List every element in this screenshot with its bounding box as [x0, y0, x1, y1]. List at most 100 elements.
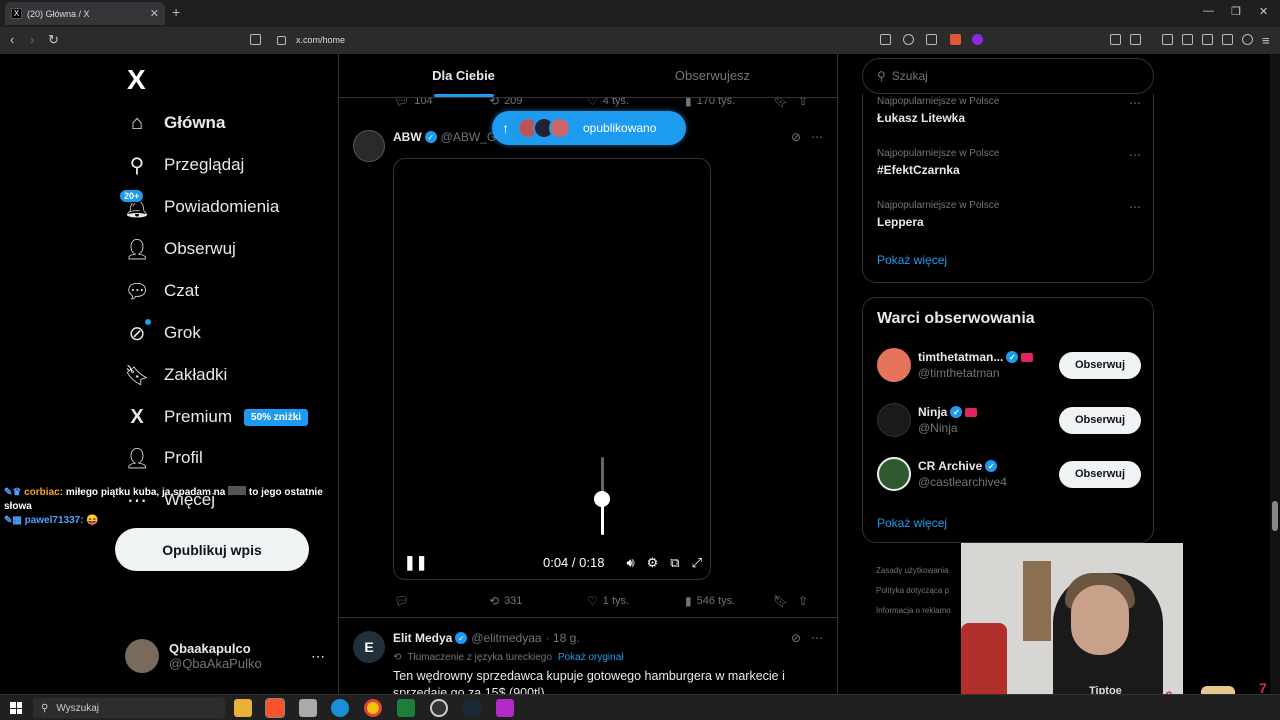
- leo-ai-icon[interactable]: [1222, 34, 1233, 45]
- account-more-icon[interactable]: ⋯: [311, 648, 325, 665]
- reply-button[interactable]: 💬︎: [394, 594, 489, 608]
- footer-link[interactable]: Zasady użytkowania: [876, 561, 951, 581]
- repost-button[interactable]: ⟲ 331: [489, 594, 587, 608]
- pip-icon[interactable]: ⧉: [670, 555, 679, 571]
- volume-handle[interactable]: [594, 491, 610, 507]
- follow-button[interactable]: Obserwuj: [1059, 406, 1141, 434]
- publish-post-button[interactable]: Opublikuj wpis: [115, 528, 309, 571]
- wallet-icon[interactable]: [1202, 34, 1213, 45]
- post-abw[interactable]: ABW ✓ @ABW_GO ⊘ ⋯ ❚❚ 0:04 / 0:18 🔊︎ ⚙ ⧉ …: [339, 118, 837, 618]
- extensions-icon[interactable]: [1110, 34, 1121, 45]
- views-button[interactable]: ▮ 546 tys.: [685, 594, 773, 608]
- cast-icon[interactable]: [880, 34, 891, 45]
- x-logo-icon[interactable]: X: [127, 64, 146, 96]
- grok-explain-icon[interactable]: ⊘: [791, 130, 801, 144]
- edge-icon[interactable]: [331, 699, 349, 717]
- zoom-icon[interactable]: [903, 34, 914, 45]
- trends-show-more-link[interactable]: Pokaż więcej: [877, 253, 947, 267]
- who-to-follow-show-more-link[interactable]: Pokaż więcej: [877, 516, 947, 530]
- volume-icon[interactable]: 🔊︎: [626, 555, 634, 571]
- sidebar-item-notifications[interactable]: 🔔︎ 20+ Powiadomienia: [119, 189, 279, 223]
- post-more-icon[interactable]: ⋯: [811, 631, 823, 645]
- suggested-account[interactable]: CR Archive ✓ @castlearchive4 Obserwuj: [877, 456, 1141, 492]
- new-tab-button[interactable]: +: [172, 4, 180, 20]
- pause-icon[interactable]: ❚❚: [404, 554, 427, 571]
- avatar[interactable]: [353, 130, 385, 162]
- chrome-icon[interactable]: [364, 699, 382, 717]
- video-player[interactable]: ❚❚ 0:04 / 0:18 🔊︎ ⚙ ⧉ ⤢: [393, 158, 711, 580]
- steam-icon[interactable]: [463, 699, 481, 717]
- forward-icon[interactable]: ›: [30, 32, 34, 47]
- url-field[interactable]: x.com/home: [296, 35, 345, 45]
- vpn-icon[interactable]: [1242, 34, 1253, 45]
- grok-explain-icon[interactable]: ⊘: [791, 631, 801, 645]
- sidebar-item-grok[interactable]: ⊘ Grok: [125, 317, 201, 349]
- app-icon[interactable]: [299, 699, 317, 717]
- obs-icon[interactable]: [430, 699, 448, 717]
- app-icon[interactable]: [496, 699, 514, 717]
- trend-item[interactable]: Najpopularniejsze w Polsce #EfektCzarnka…: [877, 148, 1141, 177]
- extension2-icon[interactable]: [1130, 34, 1141, 45]
- sidebar-item-bookmarks[interactable]: 🔖︎ Zakładki: [124, 359, 227, 391]
- tab-following[interactable]: Obserwujesz: [588, 54, 837, 97]
- sidebar-item-home[interactable]: ⌂ Główna: [125, 107, 225, 139]
- trend-item[interactable]: Najpopularniejsze w Polsce Łukasz Litewk…: [877, 96, 1141, 125]
- settings-gear-icon[interactable]: ⚙: [647, 555, 659, 571]
- reload-icon[interactable]: ↻: [48, 32, 59, 48]
- browser-tab[interactable]: X (20) Główna / X ✕: [5, 2, 165, 25]
- brave-rewards-icon[interactable]: [972, 34, 983, 45]
- trend-more-icon[interactable]: ⋯: [1129, 96, 1141, 110]
- minimize-icon[interactable]: —: [1203, 5, 1214, 17]
- follow-button[interactable]: Obserwuj: [1059, 460, 1141, 488]
- maximize-icon[interactable]: ❐: [1231, 5, 1241, 18]
- browser-menu-icon[interactable]: ≡: [1262, 33, 1270, 48]
- fullscreen-icon[interactable]: ⤢: [692, 555, 702, 571]
- avatar[interactable]: [877, 457, 911, 491]
- avatar[interactable]: E: [353, 631, 385, 663]
- tab-close-icon[interactable]: ✕: [150, 7, 159, 20]
- bookmark-post-button[interactable]: 🔖︎: [773, 594, 798, 608]
- new-posts-pill[interactable]: ↑ opublikowano: [492, 111, 686, 145]
- scrollbar-thumb[interactable]: [1272, 501, 1278, 531]
- author-name[interactable]: Elit Medya: [393, 631, 452, 645]
- window-close-icon[interactable]: ✕: [1259, 5, 1268, 18]
- page-scrollbar[interactable]: [1270, 54, 1280, 694]
- tab-for-you[interactable]: Dla Ciebie: [339, 54, 588, 97]
- sidebar-item-follow[interactable]: 👤︎ Obserwuj: [124, 233, 236, 265]
- avatar[interactable]: [877, 348, 911, 382]
- brave-browser-icon[interactable]: [265, 698, 285, 718]
- search-input[interactable]: ⚲ Szukaj: [862, 58, 1154, 94]
- avatar[interactable]: [877, 403, 911, 437]
- share-icon[interactable]: [926, 34, 937, 45]
- sidebar-item-profile[interactable]: 👤︎ Profil: [124, 442, 202, 474]
- sidebar-item-chat[interactable]: 💬︎ Czat: [124, 275, 199, 307]
- trend-more-icon[interactable]: ⋯: [1129, 148, 1141, 162]
- app-icon[interactable]: [397, 699, 415, 717]
- bookmark-page-icon[interactable]: [250, 34, 261, 45]
- sidebar-item-explore[interactable]: ⚲ Przeglądaj: [125, 149, 245, 181]
- trend-more-icon[interactable]: ⋯: [1129, 200, 1141, 214]
- post-time[interactable]: · 18 g.: [546, 631, 580, 645]
- media-icon[interactable]: [1162, 34, 1173, 45]
- taskbar-search[interactable]: ⚲ Wyszukaj: [33, 698, 225, 718]
- post-elit-medya[interactable]: E Elit Medya ✓ @elitmedyaa · 18 g. ⊘ ⋯ ⟲…: [339, 619, 837, 694]
- back-icon[interactable]: ‹: [10, 32, 14, 47]
- show-original-link[interactable]: Pokaż oryginał: [558, 652, 624, 663]
- share-post-button[interactable]: ⇧: [798, 594, 808, 608]
- author-name[interactable]: ABW: [393, 130, 422, 144]
- footer-link[interactable]: Polityka dotycząca p: [876, 581, 951, 601]
- sidebar-toggle-icon[interactable]: [1182, 34, 1193, 45]
- author-handle[interactable]: @elitmedyaa: [471, 631, 541, 645]
- like-button[interactable]: ♡ 1 tys.: [587, 594, 685, 608]
- windows-start-icon[interactable]: [10, 702, 22, 714]
- suggested-account[interactable]: timthetatman... ✓ @timthetatman Obserwuj: [877, 347, 1141, 383]
- sidebar-item-premium[interactable]: X Premium 50% zniżki: [125, 401, 309, 433]
- file-explorer-icon[interactable]: [234, 699, 252, 717]
- footer-link[interactable]: Informacja o reklamo: [876, 601, 951, 621]
- suggested-account[interactable]: Ninja ✓ @Ninja Obserwuj: [877, 402, 1141, 438]
- follow-button[interactable]: Obserwuj: [1059, 351, 1141, 379]
- site-info-icon[interactable]: [277, 36, 286, 45]
- post-more-icon[interactable]: ⋯: [811, 130, 823, 144]
- account-switcher[interactable]: Qbaakapulco @QbaAkaPulko ⋯: [125, 639, 325, 673]
- trend-item[interactable]: Najpopularniejsze w Polsce Leppera ⋯: [877, 200, 1141, 229]
